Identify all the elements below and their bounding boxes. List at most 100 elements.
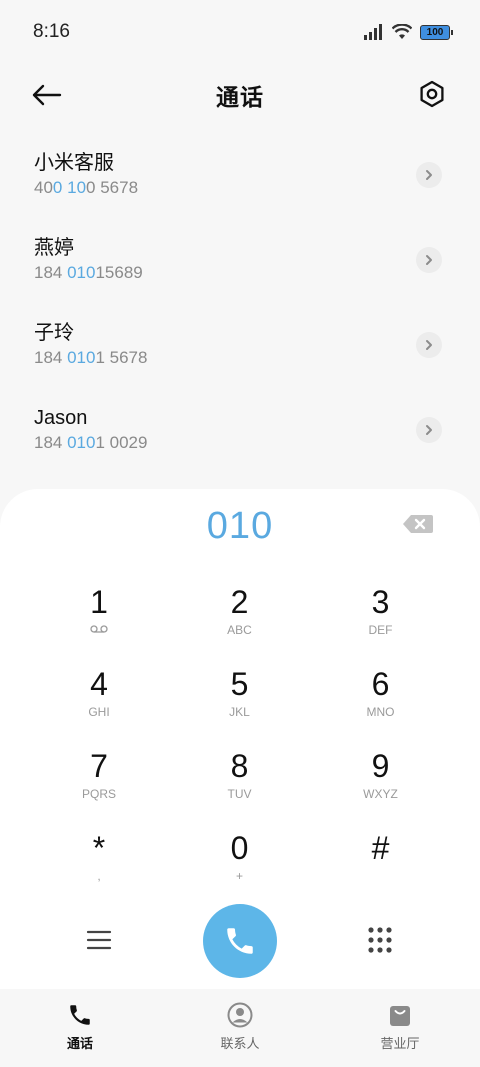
- key-digit: 7: [90, 748, 108, 784]
- key-sub: DEF: [368, 623, 393, 637]
- contact-detail-button[interactable]: [416, 332, 442, 358]
- dialpad-sheet: 010 1 2 ABC 3 DEF 4 GHI 5 JKL 6 MNO 7 PQ…: [0, 489, 480, 989]
- menu-icon: [86, 930, 112, 950]
- number-match: 10: [67, 178, 87, 197]
- key-sub: JKL: [229, 705, 250, 719]
- dialpad-actions: [0, 904, 480, 980]
- key-8[interactable]: 8 TUV: [169, 748, 310, 830]
- menu-button[interactable]: [86, 928, 112, 952]
- contact-detail-button[interactable]: [416, 417, 442, 443]
- number-match: 010: [67, 263, 96, 282]
- bottom-nav: 通话 联系人 营业厅: [0, 989, 480, 1067]
- key-sub: [90, 622, 108, 638]
- nav-item-calls[interactable]: 通话: [0, 989, 160, 1067]
- phone-icon: [227, 928, 253, 954]
- number-part: 184: [34, 348, 68, 367]
- contact-row[interactable]: 子玲 184 0101 5678: [0, 302, 480, 387]
- key-digit: #: [371, 830, 390, 866]
- shopping-bag-icon: [390, 1006, 410, 1026]
- number-part: 1 0029: [95, 433, 148, 452]
- number-part: 1 5678: [95, 348, 148, 367]
- contact-number: 184 0101 5678: [34, 346, 446, 370]
- key-digit: 2: [230, 584, 249, 620]
- battery-icon: 100: [420, 24, 453, 40]
- nav-item-service-hall[interactable]: 营业厅: [320, 989, 480, 1067]
- status-bar: 8:16 100: [0, 0, 480, 64]
- header: 通话: [0, 64, 480, 126]
- key-sub: WXYZ: [363, 787, 398, 801]
- nav-label: 通话: [66, 1036, 93, 1051]
- wifi-icon: [392, 24, 412, 39]
- contact-name: 小米客服: [34, 152, 114, 174]
- contact-number: 184 01015689: [34, 261, 446, 285]
- number-match: 010: [67, 348, 96, 367]
- key-sub: MNO: [366, 705, 395, 719]
- key-sub: +: [235, 869, 243, 883]
- back-button[interactable]: [30, 78, 66, 112]
- contact-row[interactable]: 小米客服 400 100 5678: [0, 132, 480, 217]
- key-0[interactable]: 0 +: [169, 830, 310, 912]
- key-digit: 3: [371, 584, 390, 620]
- number-part: 15689: [95, 263, 143, 282]
- key-digit: 8: [230, 748, 249, 784]
- status-icons: 100: [364, 24, 453, 40]
- gear-icon: [420, 80, 444, 108]
- key-digit: 6: [371, 666, 390, 702]
- key-hash[interactable]: #: [310, 830, 451, 912]
- arrow-left-icon: [32, 84, 62, 106]
- contact-list: 小米客服 400 100 5678 燕婷 184 01015689 子玲 184…: [0, 132, 480, 472]
- number-part: 184: [34, 263, 68, 282]
- signal-icon: [364, 24, 382, 40]
- chevron-right-icon: [426, 170, 432, 180]
- number-match: 010: [67, 433, 96, 452]
- keypad-toggle-button[interactable]: [367, 926, 393, 954]
- key-1[interactable]: 1: [29, 584, 169, 666]
- key-5[interactable]: 5 JKL: [169, 666, 310, 748]
- contact-detail-button[interactable]: [416, 162, 442, 188]
- page-title: 通话: [216, 84, 264, 110]
- contact-number: 400 100 5678: [34, 176, 446, 200]
- key-sub: TUV: [227, 787, 252, 801]
- backspace-icon: [403, 515, 433, 533]
- backspace-button[interactable]: [402, 513, 434, 535]
- contact-number: 184 0101 0029: [34, 431, 446, 455]
- number-part: 184: [34, 433, 68, 452]
- contact-row[interactable]: Jason 184 0101 0029: [0, 387, 480, 472]
- chevron-right-icon: [426, 340, 432, 350]
- key-sub: PQRS: [81, 787, 116, 801]
- key-digit: 0: [230, 830, 249, 866]
- key-7[interactable]: 7 PQRS: [29, 748, 169, 830]
- person-icon: [227, 1002, 253, 1028]
- key-digit: 9: [371, 748, 390, 784]
- key-digit: *: [92, 830, 106, 866]
- contact-detail-button[interactable]: [416, 247, 442, 273]
- keypad-dots-icon: [368, 927, 392, 953]
- status-time: 8:16: [33, 21, 70, 42]
- contact-row[interactable]: 燕婷 184 01015689: [0, 217, 480, 302]
- nav-item-contacts[interactable]: 联系人: [160, 989, 320, 1067]
- key-sub: ABC: [227, 623, 252, 637]
- nav-label: 联系人: [220, 1036, 260, 1051]
- contact-name: 燕婷: [34, 237, 74, 259]
- key-digit: 5: [230, 666, 249, 702]
- chevron-right-icon: [426, 255, 432, 265]
- number-match: 0: [52, 178, 63, 197]
- key-sub: GHI: [88, 705, 110, 719]
- contact-name: 子玲: [34, 322, 74, 344]
- key-sub: ,: [97, 869, 101, 883]
- nav-label: 营业厅: [380, 1036, 420, 1051]
- number-part: 40: [34, 178, 53, 197]
- keypad: 1 2 ABC 3 DEF 4 GHI 5 JKL 6 MNO 7 PQRS 8…: [29, 584, 451, 912]
- number-part: 0 5678: [86, 178, 139, 197]
- call-button[interactable]: [203, 904, 277, 978]
- key-4[interactable]: 4 GHI: [29, 666, 169, 748]
- battery-level: 100: [426, 26, 444, 38]
- key-star[interactable]: * ,: [29, 830, 169, 912]
- settings-button[interactable]: [414, 76, 450, 112]
- key-digit: 1: [90, 584, 108, 620]
- key-2[interactable]: 2 ABC: [169, 584, 310, 666]
- key-3[interactable]: 3 DEF: [310, 584, 451, 666]
- key-9[interactable]: 9 WXYZ: [310, 748, 451, 830]
- key-6[interactable]: 6 MNO: [310, 666, 451, 748]
- voicemail-icon: [90, 625, 108, 633]
